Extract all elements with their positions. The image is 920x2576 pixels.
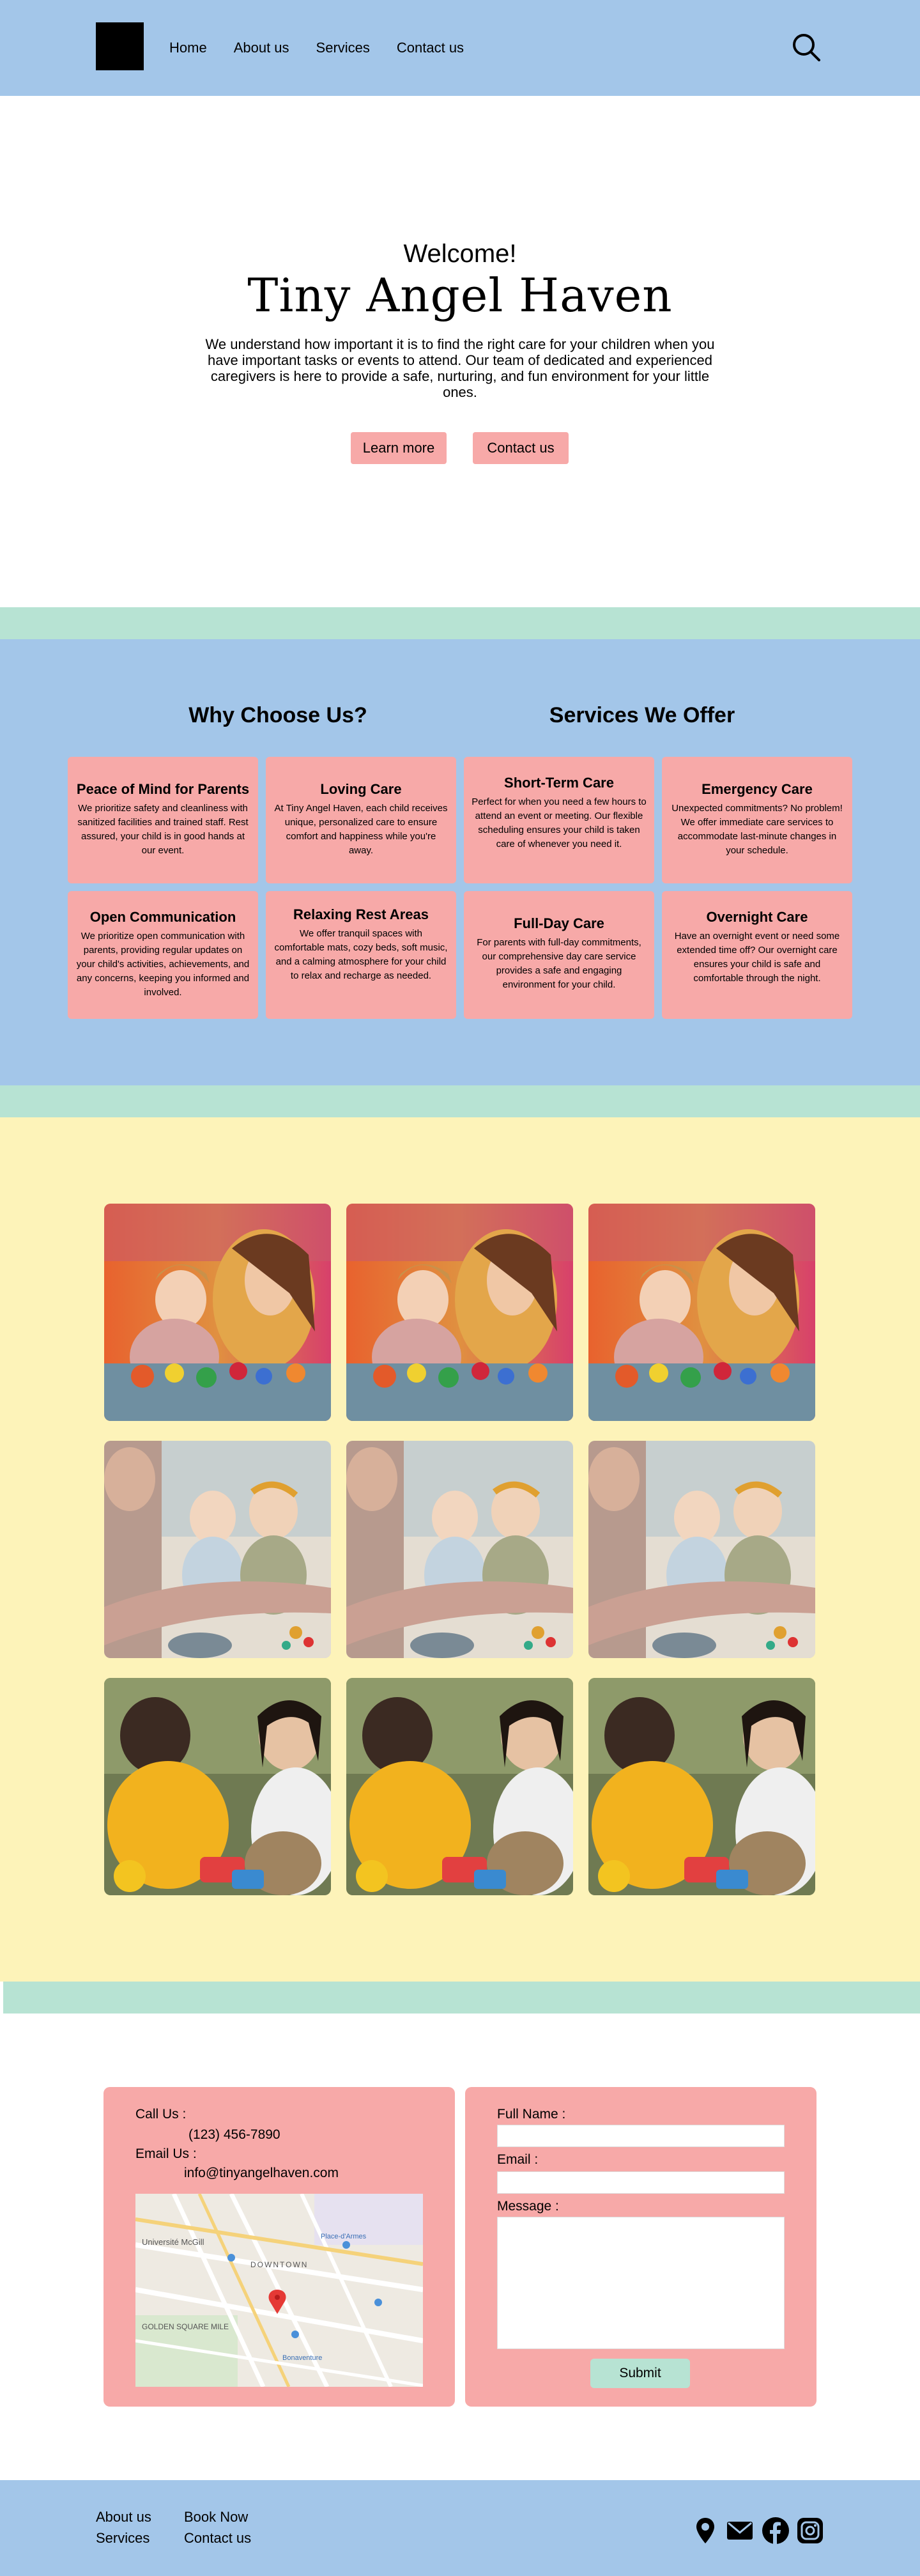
gallery-photo-woman-toddler[interactable]: [346, 1204, 573, 1421]
card-text: At Tiny Angel Haven, each child receives…: [274, 803, 448, 856]
map-label: Place-d'Armes: [321, 2233, 367, 2240]
features-section: Why Choose Us? Services We Offer Peace o…: [0, 639, 920, 1085]
email-address[interactable]: info@tinyangelhaven.com: [184, 2166, 339, 2181]
location-pin-icon[interactable]: [691, 2517, 719, 2545]
gallery-photo-woman-toddler[interactable]: [588, 1204, 815, 1421]
card-title: Peace of Mind for Parents: [76, 781, 250, 797]
main-nav: Home About us Services Contact us: [169, 40, 464, 56]
brand-title: Tiny Angel Haven: [247, 268, 673, 322]
full-name-input[interactable]: [497, 2125, 785, 2147]
card-text: Have an overnight event or need some ext…: [674, 931, 840, 984]
card-title: Full-Day Care: [514, 915, 604, 931]
divider-band: [3, 1982, 920, 2013]
card-text: We prioritize open communication with pa…: [76, 931, 250, 998]
why-card: Relaxing Rest Areas We offer tranquil sp…: [266, 891, 456, 1019]
submit-button[interactable]: Submit: [590, 2359, 690, 2388]
footer-about-us[interactable]: About us: [96, 2509, 151, 2526]
map-label: Université McGill: [142, 2237, 204, 2247]
card-text: We prioritize safety and cleanliness wit…: [77, 803, 249, 856]
card-text: For parents with full-day commitments, o…: [477, 937, 641, 990]
gallery-photo-woman-toddler[interactable]: [104, 1204, 331, 1421]
call-us-label: Call Us :: [135, 2107, 187, 2122]
welcome-heading: Welcome!: [403, 240, 517, 268]
search-icon[interactable]: [791, 32, 822, 63]
gallery-photo-babies-feeding[interactable]: [104, 1441, 331, 1658]
email-us-label: Email Us :: [135, 2146, 197, 2161]
divider-band: [0, 607, 920, 639]
gallery-photo-babies-feeding[interactable]: [588, 1441, 815, 1658]
why-card: Loving Care At Tiny Angel Haven, each ch…: [266, 757, 456, 883]
hero-section: Welcome! Tiny Angel Haven We understand …: [0, 96, 920, 607]
map-label: GOLDEN SQUARE MILE: [142, 2322, 229, 2331]
card-text: Perfect for when you need a few hours to…: [471, 796, 647, 850]
gallery-photo-toddlers-playing[interactable]: [588, 1678, 815, 1895]
site-header: Home About us Services Contact us: [0, 0, 920, 96]
divider-band: [0, 1085, 920, 1117]
card-text: We offer tranquil spaces with comfortabl…: [274, 928, 448, 981]
nav-about-us[interactable]: About us: [234, 40, 289, 56]
gallery-section: [0, 1117, 920, 1982]
nav-services[interactable]: Services: [316, 40, 370, 56]
instagram-icon[interactable]: [796, 2517, 824, 2545]
service-card: Emergency Care Unexpected commitments? N…: [662, 757, 852, 883]
email-label: Email :: [497, 2152, 539, 2167]
facebook-icon[interactable]: [762, 2517, 790, 2545]
footer-book-now[interactable]: Book Now: [184, 2509, 248, 2526]
card-title: Short-Term Care: [504, 775, 614, 791]
nav-home[interactable]: Home: [169, 40, 207, 56]
card-title: Relaxing Rest Areas: [293, 906, 429, 922]
card-title: Loving Care: [320, 781, 402, 797]
nav-contact-us[interactable]: Contact us: [397, 40, 464, 56]
message-textarea[interactable]: [497, 2217, 785, 2349]
services-title: Services We Offer: [549, 703, 735, 727]
service-card: Short-Term Care Perfect for when you nee…: [464, 757, 654, 883]
why-choose-title: Why Choose Us?: [188, 703, 367, 727]
footer-contact-us[interactable]: Contact us: [184, 2530, 251, 2547]
gallery-photo-toddlers-playing[interactable]: [104, 1678, 331, 1895]
logo[interactable]: [96, 22, 144, 70]
card-title: Overnight Care: [706, 909, 808, 925]
why-card: Open Communication We prioritize open co…: [68, 891, 258, 1019]
footer-services[interactable]: Services: [96, 2530, 150, 2547]
email-input[interactable]: [497, 2171, 785, 2194]
phone-number[interactable]: (123) 456-7890: [188, 2127, 280, 2143]
card-text: Unexpected commitments? No problem! We o…: [671, 803, 843, 856]
contact-us-button[interactable]: Contact us: [473, 432, 569, 464]
learn-more-button[interactable]: Learn more: [351, 432, 447, 464]
gallery-photo-babies-feeding[interactable]: [346, 1441, 573, 1658]
map-label: Bonaventure: [282, 2354, 322, 2362]
full-name-label: Full Name :: [497, 2107, 566, 2122]
location-map[interactable]: Université McGill DOWNTOWN GOLDEN SQUARE…: [135, 2194, 423, 2387]
card-title: Emergency Care: [702, 781, 813, 797]
service-card: Full-Day Care For parents with full-day …: [464, 891, 654, 1019]
gallery-photo-toddlers-playing[interactable]: [346, 1678, 573, 1895]
message-label: Message :: [497, 2199, 559, 2214]
intro-text: We understand how important it is to fin…: [205, 336, 715, 400]
why-card: Peace of Mind for Parents We prioritize …: [68, 757, 258, 883]
mail-icon[interactable]: [726, 2517, 754, 2545]
service-card: Overnight Care Have an overnight event o…: [662, 891, 852, 1019]
map-label: DOWNTOWN: [250, 2260, 308, 2269]
card-title: Open Communication: [89, 909, 236, 925]
